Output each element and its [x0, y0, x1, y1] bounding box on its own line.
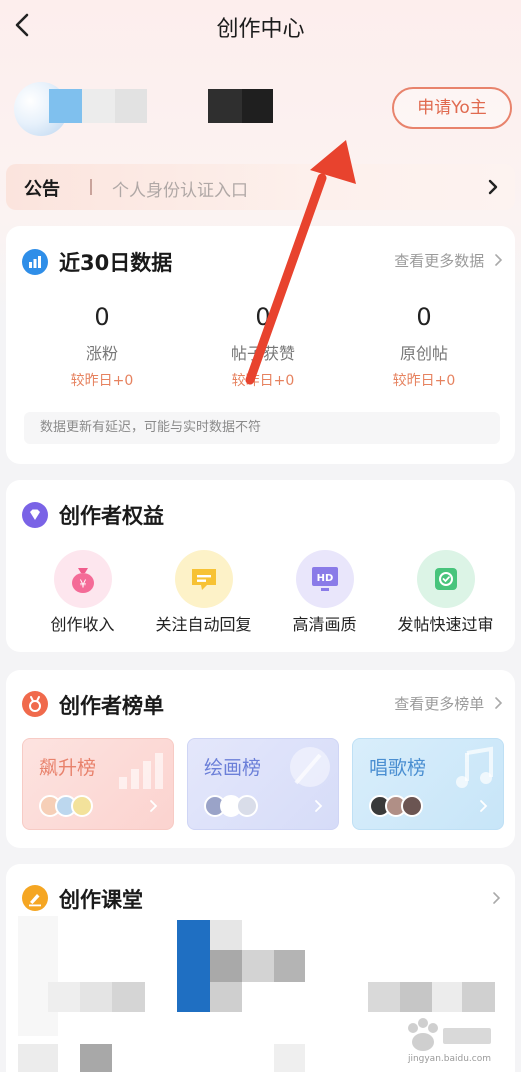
blurred-thumbnail[interactable]	[18, 916, 58, 1036]
bar-chart-icon	[22, 249, 48, 275]
bar-chart-watermark-icon	[119, 753, 163, 789]
rank-name: 唱歌榜	[369, 757, 427, 779]
stat-label: 帖子获赞	[230, 344, 295, 363]
rank-avatars	[39, 795, 119, 819]
rank-painting[interactable]: 绘画榜	[187, 738, 339, 830]
ranking-card-title: 创作者榜单	[59, 694, 164, 718]
blurred-thumbnail[interactable]	[368, 982, 400, 1012]
benefit-label: 关注自动回复	[155, 615, 252, 634]
stat-delta: 较昨日+0	[231, 373, 295, 389]
stat-original-posts[interactable]: 0 原创帖 较昨日+0	[344, 302, 504, 390]
rank-name: 绘画榜	[204, 757, 262, 779]
blurred-thumbnail	[80, 1044, 112, 1072]
notice-bar[interactable]: 公告 个人身份认证入口	[6, 164, 515, 210]
benefit-fast-review[interactable]: 发帖快速过审	[383, 550, 508, 636]
chevron-right-icon	[488, 179, 498, 195]
data-card-title: 近30日数据	[59, 251, 173, 275]
chevron-right-icon	[495, 254, 503, 266]
hd-monitor-icon: HD	[295, 550, 354, 608]
blurred-thumbnail	[210, 920, 242, 950]
benefit-label: 高清画质	[292, 615, 357, 634]
blurred-thumbnail	[210, 950, 242, 982]
palette-watermark-icon	[290, 747, 330, 787]
blurred-thumbnail	[274, 1044, 305, 1072]
blurred-username	[49, 89, 82, 123]
rank-name: 飙升榜	[39, 757, 97, 779]
stat-delta: 较昨日+0	[70, 373, 134, 389]
chevron-right-icon	[480, 800, 488, 812]
class-card-title: 创作课堂	[59, 888, 143, 912]
data-delay-note: 数据更新有延迟，可能与实时数据不符	[24, 412, 500, 444]
chevron-right-icon[interactable]	[489, 890, 503, 906]
blurred-thumbnail	[400, 982, 432, 1012]
diamond-icon	[22, 502, 48, 528]
rank-avatars	[369, 795, 449, 819]
blurred-thumbnail	[112, 982, 145, 1012]
stat-value: 0	[416, 303, 432, 331]
avatar	[401, 795, 423, 817]
blurred-id	[208, 89, 242, 123]
divider	[90, 179, 92, 195]
apply-yo-button[interactable]: 申请Yo主	[392, 87, 512, 129]
stat-value: 0	[94, 303, 110, 331]
benefits-card: 创作者权益 ¥ 创作收入 关注自动回复 HD 高清画质 发帖快速过审	[6, 480, 515, 652]
blurred-thumbnail	[274, 950, 305, 982]
chat-bubble-icon	[174, 550, 233, 608]
baidu-jingyan-logo	[408, 1018, 491, 1051]
benefit-label: 发帖快速过审	[397, 615, 494, 634]
chevron-right-icon	[150, 800, 158, 812]
stat-fans[interactable]: 0 涨粉 较昨日+0	[22, 302, 182, 390]
more-rankings-label: 查看更多榜单	[394, 695, 485, 713]
benefit-auto-reply[interactable]: 关注自动回复	[141, 550, 266, 636]
page-title: 创作中心	[216, 17, 305, 42]
top-bar: 创作中心	[0, 0, 521, 52]
blurred-thumbnail	[242, 950, 274, 982]
blurred-thumbnail	[18, 1044, 58, 1072]
profile-row: 申请Yo主	[0, 72, 521, 146]
pencil-icon	[22, 885, 48, 911]
benefit-label: 创作收入	[50, 615, 115, 634]
rank-rising[interactable]: 飙升榜	[22, 738, 174, 830]
avatar	[236, 795, 258, 817]
blurred-thumbnail	[80, 982, 112, 1012]
svg-text:¥: ¥	[79, 578, 86, 591]
benefits-card-title: 创作者权益	[59, 504, 164, 528]
blurred-username	[82, 89, 115, 123]
stats-row: 0 涨粉 较昨日+0 0 帖子获赞 较昨日+0 0 原创帖 较昨日+0	[6, 302, 515, 402]
rank-avatars	[204, 795, 284, 819]
ranking-card: 创作者榜单 查看更多榜单 飙升榜 绘画榜 唱歌榜	[6, 670, 515, 848]
svg-text:HD: HD	[316, 573, 333, 584]
benefit-income[interactable]: ¥ 创作收入	[20, 550, 145, 636]
more-data-label: 查看更多数据	[394, 252, 485, 270]
chevron-right-icon	[315, 800, 323, 812]
stat-likes[interactable]: 0 帖子获赞 较昨日+0	[183, 302, 343, 390]
chevron-right-icon	[495, 697, 503, 709]
blurred-thumbnail	[462, 982, 495, 1012]
approved-badge-icon	[416, 550, 475, 608]
medal-icon	[22, 691, 48, 717]
stat-label: 涨粉	[85, 344, 118, 363]
more-data-link[interactable]: 查看更多数据	[394, 250, 505, 271]
music-note-watermark-icon	[456, 746, 493, 788]
stat-label: 原创帖	[399, 344, 448, 363]
money-bag-icon: ¥	[53, 550, 112, 608]
more-rankings-link[interactable]: 查看更多榜单	[394, 693, 505, 714]
watermark-text: jingyan.baidu.com	[407, 1054, 491, 1064]
blurred-username	[115, 89, 147, 123]
rank-singing[interactable]: 唱歌榜	[352, 738, 504, 830]
blurred-thumbnail	[432, 982, 462, 1012]
blurred-thumbnail	[48, 982, 80, 1012]
blurred-id	[242, 89, 273, 123]
notice-text: 个人身份认证入口	[112, 181, 248, 201]
data-card: 近30日数据 查看更多数据 0 涨粉 较昨日+0 0 帖子获赞 较昨日+0 0 …	[6, 226, 515, 464]
benefit-hd-quality[interactable]: HD 高清画质	[262, 550, 387, 636]
stat-value: 0	[255, 303, 271, 331]
notice-label: 公告	[24, 179, 60, 200]
blurred-thumbnail	[210, 982, 242, 1012]
stat-delta: 较昨日+0	[392, 373, 456, 389]
blurred-thumbnail[interactable]	[177, 920, 210, 1012]
avatar	[71, 795, 93, 817]
